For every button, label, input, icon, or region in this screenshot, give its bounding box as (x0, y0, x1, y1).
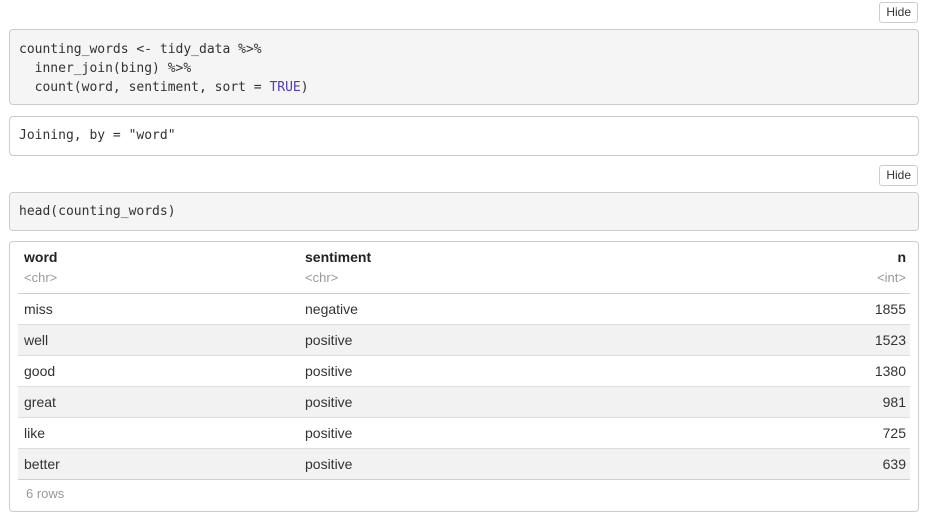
cell-sentiment: positive (305, 425, 353, 441)
table-row: great positive 981 (18, 387, 910, 418)
table-row: miss negative 1855 (18, 294, 910, 325)
column-header-word[interactable]: word <chr> (24, 248, 57, 287)
code-line-3-end: ) (300, 80, 309, 95)
table-row: better positive 639 (18, 449, 910, 480)
code-line-1: counting_words <- tidy_data %>% (19, 42, 262, 57)
code-line-3: count(word, sentiment, sort = (19, 80, 270, 95)
code-keyword-true: TRUE (269, 80, 301, 95)
cell-sentiment: positive (305, 363, 353, 379)
column-name: word (24, 249, 58, 265)
cell-sentiment: positive (305, 332, 353, 348)
table-row: good positive 1380 (18, 356, 910, 387)
cell-n: 1855 (874, 301, 906, 317)
cell-word: good (24, 363, 56, 379)
column-type: <chr> (305, 270, 339, 285)
table-header: word <chr> sentiment <chr> n <int> (18, 242, 910, 294)
row-count: 6 rows (26, 486, 65, 501)
column-header-sentiment[interactable]: sentiment <chr> (305, 248, 371, 287)
column-type: <chr> (24, 270, 58, 285)
hide-button-chunk1[interactable]: Hide (879, 2, 918, 23)
code-line: head(counting_words) (19, 204, 176, 219)
column-name: n (897, 249, 906, 265)
cell-n: 981 (882, 394, 906, 410)
cell-word: like (24, 425, 46, 441)
code-chunk-1: counting_words <- tidy_data %>% inner_jo… (9, 29, 919, 105)
cell-word: better (24, 456, 60, 472)
table-body: word <chr> sentiment <chr> n <int> miss … (18, 242, 910, 501)
cell-n: 1380 (874, 363, 906, 379)
data-frame-table: word <chr> sentiment <chr> n <int> miss … (9, 241, 919, 512)
hide-button-chunk2[interactable]: Hide (879, 165, 918, 186)
cell-sentiment: positive (305, 456, 353, 472)
cell-sentiment: positive (305, 394, 353, 410)
table-row: like positive 725 (18, 418, 910, 449)
table-row: well positive 1523 (18, 325, 910, 356)
output-chunk-1: Joining, by = "word" (9, 116, 919, 156)
cell-n: 1523 (874, 332, 906, 348)
cell-sentiment: negative (305, 301, 358, 317)
code-chunk-2: head(counting_words) (9, 192, 919, 231)
output-text: Joining, by = "word" (19, 128, 176, 143)
column-name: sentiment (305, 249, 372, 265)
cell-word: miss (24, 301, 53, 317)
column-type: <int> (877, 270, 906, 285)
cell-n: 725 (882, 425, 906, 441)
cell-n: 639 (882, 456, 906, 472)
code-line-2: inner_join(bing) %>% (19, 61, 192, 76)
column-header-n[interactable]: n <int> (877, 248, 906, 287)
cell-word: well (24, 332, 49, 348)
cell-word: great (24, 394, 56, 410)
